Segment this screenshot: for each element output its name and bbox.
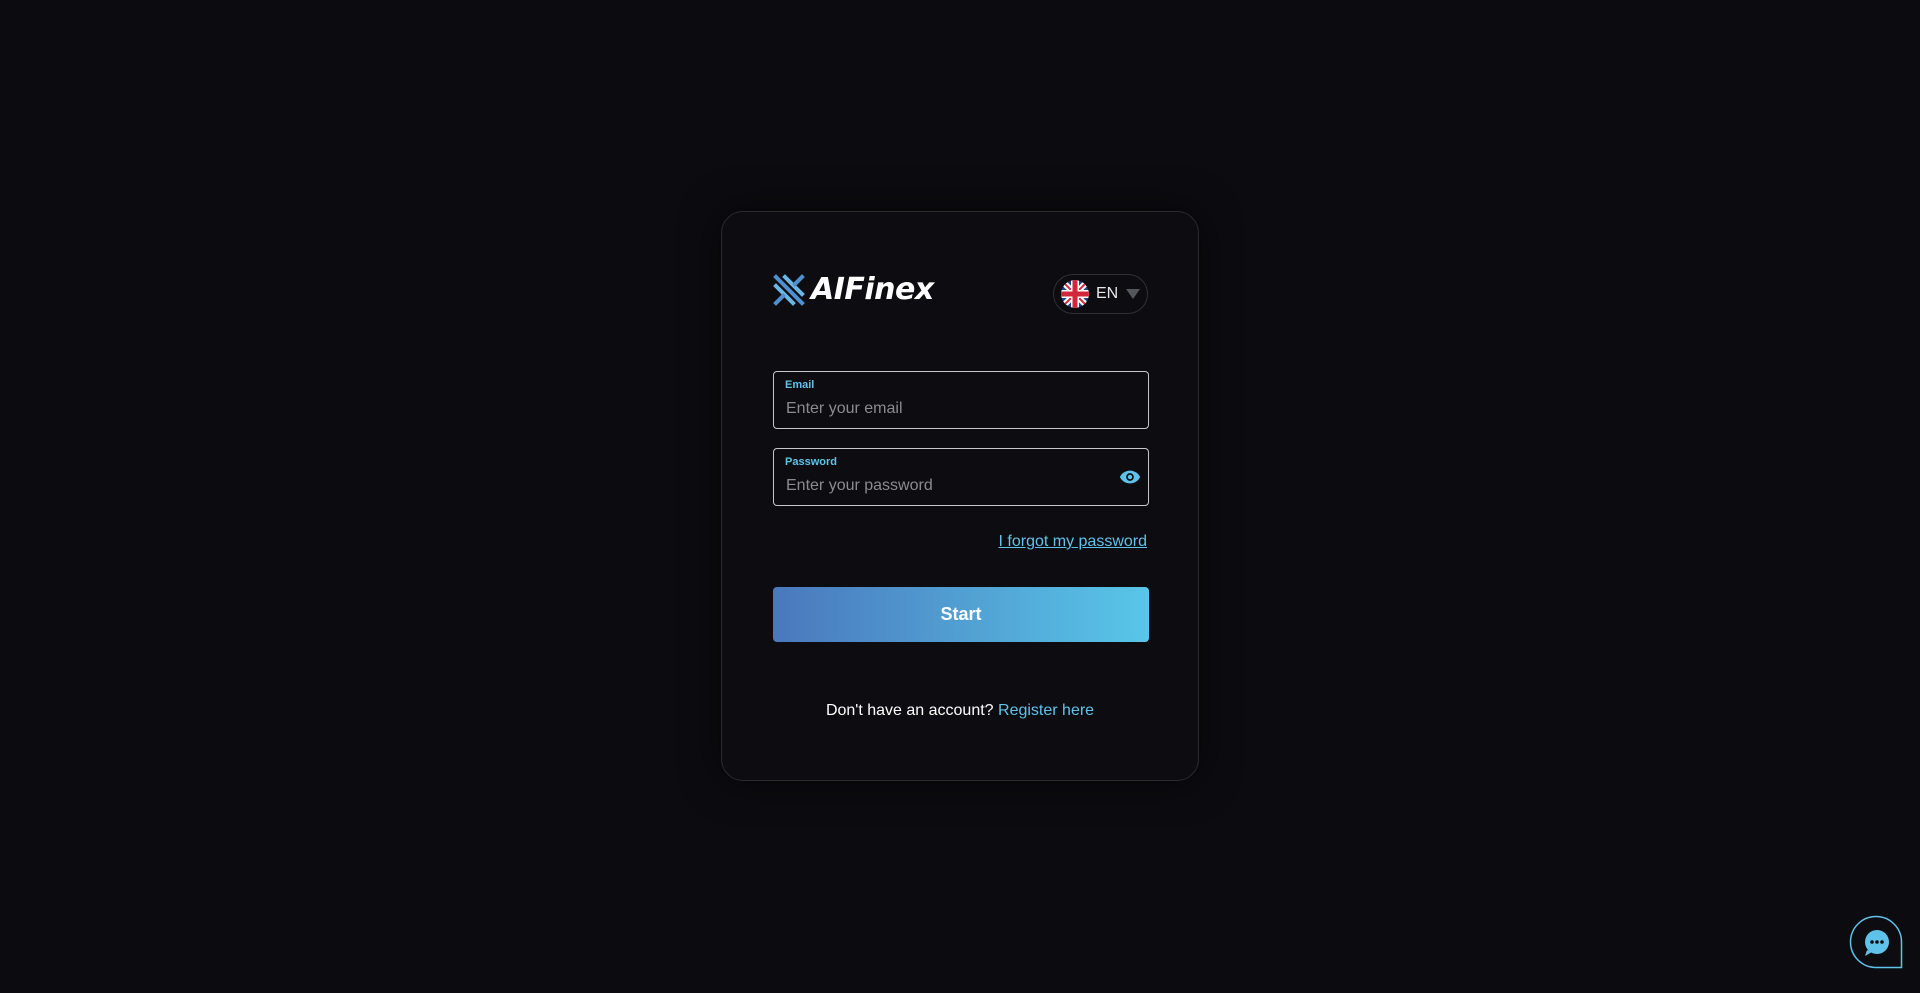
email-input[interactable] (786, 398, 1106, 420)
password-field[interactable]: Password (773, 448, 1149, 506)
chat-bubble-icon[interactable] (1849, 915, 1903, 969)
uk-flag-icon (1061, 280, 1089, 308)
chevron-down-icon (1126, 289, 1141, 299)
language-code: EN (1096, 285, 1119, 302)
forgot-password-link[interactable]: I forgot my password (999, 533, 1148, 551)
eye-icon[interactable] (1119, 466, 1141, 488)
brand-name: AIFinex (811, 272, 934, 307)
password-label: Password (785, 456, 837, 468)
login-card: AIFinex EN Email Password (721, 211, 1199, 781)
register-prompt: Don't have an account? (825, 702, 994, 719)
start-button[interactable]: Start (773, 587, 1149, 642)
brand-logo: AIFinex (773, 274, 934, 306)
language-selector[interactable]: EN (1053, 274, 1148, 314)
email-field[interactable]: Email (773, 371, 1149, 429)
password-input[interactable] (786, 475, 1106, 497)
email-label: Email (785, 379, 815, 391)
aifinex-logo-icon (773, 274, 805, 306)
register-link[interactable]: Register here (998, 702, 1094, 719)
register-prompt-line: Don't have an account? Register here (722, 702, 1198, 720)
